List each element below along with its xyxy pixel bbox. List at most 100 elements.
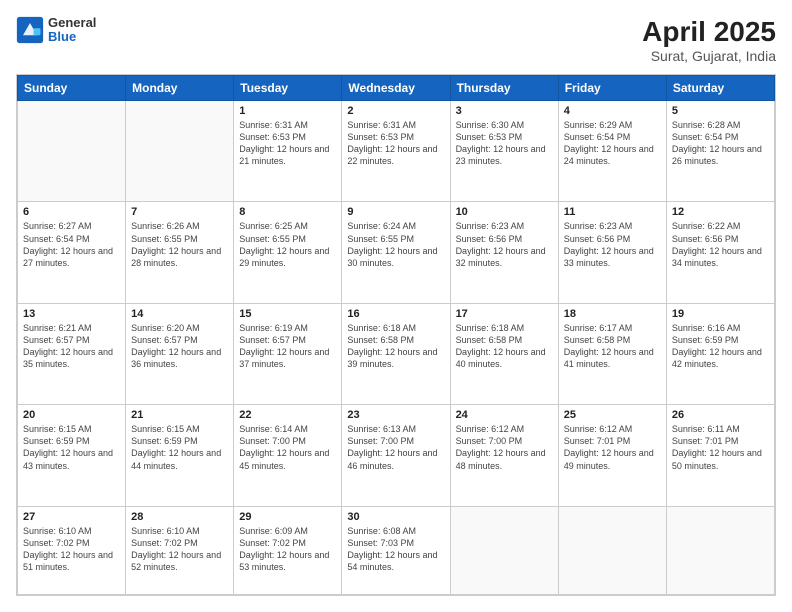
header-day-tuesday: Tuesday — [234, 76, 342, 101]
week-row-4: 20 Sunrise: 6:15 AMSunset: 6:59 PMDayligh… — [18, 405, 775, 506]
day-info: Sunrise: 6:10 AMSunset: 7:02 PMDaylight:… — [131, 525, 228, 574]
day-cell: 27Sunrise: 6:10 AMSunset: 7:02 PMDayligh… — [18, 506, 126, 595]
logo-text: General Blue — [48, 16, 96, 45]
day-cell: 8Sunrise: 6:25 AMSunset: 6:55 PMDaylight… — [234, 202, 342, 303]
day-cell: 4 Sunrise: 6:29 AMSunset: 6:54 PMDaylight… — [558, 101, 666, 202]
day-number: 23 — [347, 409, 444, 421]
day-info: Sunrise: 6:08 AMSunset: 7:03 PMDaylight:… — [347, 525, 444, 574]
header-row: SundayMondayTuesdayWednesdayThursdayFrid… — [18, 76, 775, 101]
day-info: Sunrise: 6:28 AMSunset: 6:54 PMDaylight:… — [672, 119, 769, 168]
day-number: 1 — [239, 105, 336, 117]
day-number: 20 — [23, 409, 120, 421]
week-row-3: 13 Sunrise: 6:21 AMSunset: 6:57 PMDayligh… — [18, 303, 775, 404]
day-info: Sunrise: 6:31 AMSunset: 6:53 PMDaylight:… — [347, 119, 444, 168]
day-number: 7 — [131, 206, 228, 218]
day-info: Sunrise: 6:31 AMSunset: 6:53 PMDaylight:… — [239, 119, 336, 168]
day-number: 11 — [564, 206, 661, 218]
day-number: 25 — [564, 409, 661, 421]
day-cell: 6Sunrise: 6:27 AMSunset: 6:54 PMDaylight… — [18, 202, 126, 303]
logo-general-text: General — [48, 16, 96, 30]
calendar-header: SundayMondayTuesdayWednesdayThursdayFrid… — [18, 76, 775, 101]
day-cell: 21 Sunrise: 6:15 AMSunset: 6:59 PMDayligh… — [126, 405, 234, 506]
day-cell: 1 Sunrise: 6:31 AMSunset: 6:53 PMDaylight… — [234, 101, 342, 202]
day-info: Sunrise: 6:14 AMSunset: 7:00 PMDaylight:… — [239, 423, 336, 472]
day-cell: 16 Sunrise: 6:18 AMSunset: 6:58 PMDayligh… — [342, 303, 450, 404]
day-info: Sunrise: 6:23 AMSunset: 6:56 PMDaylight:… — [456, 220, 553, 269]
day-number: 16 — [347, 308, 444, 320]
day-info: Sunrise: 6:18 AMSunset: 6:58 PMDaylight:… — [347, 322, 444, 371]
day-cell: 9 Sunrise: 6:24 AMSunset: 6:55 PMDaylight… — [342, 202, 450, 303]
day-cell: 18 Sunrise: 6:17 AMSunset: 6:58 PMDayligh… — [558, 303, 666, 404]
day-number: 28 — [131, 511, 228, 523]
logo-icon — [16, 16, 44, 44]
day-cell — [18, 101, 126, 202]
calendar-title: April 2025 — [642, 16, 776, 48]
day-cell: 29Sunrise: 6:09 AMSunset: 7:02 PMDayligh… — [234, 506, 342, 595]
day-info: Sunrise: 6:12 AMSunset: 7:01 PMDaylight:… — [564, 423, 661, 472]
day-info: Sunrise: 6:23 AMSunset: 6:56 PMDaylight:… — [564, 220, 661, 269]
day-number: 3 — [456, 105, 553, 117]
day-number: 30 — [347, 511, 444, 523]
day-info: Sunrise: 6:24 AMSunset: 6:55 PMDaylight:… — [347, 220, 444, 269]
day-cell: 7 Sunrise: 6:26 AMSunset: 6:55 PMDaylight… — [126, 202, 234, 303]
day-info: Sunrise: 6:12 AMSunset: 7:00 PMDaylight:… — [456, 423, 553, 472]
title-block: April 2025 Surat, Gujarat, India — [642, 16, 776, 64]
day-number: 14 — [131, 308, 228, 320]
day-cell: 24Sunrise: 6:12 AMSunset: 7:00 PMDayligh… — [450, 405, 558, 506]
day-number: 9 — [347, 206, 444, 218]
logo: General Blue — [16, 16, 96, 45]
day-cell: 26 Sunrise: 6:11 AMSunset: 7:01 PMDayligh… — [666, 405, 774, 506]
header-day-saturday: Saturday — [666, 76, 774, 101]
day-info: Sunrise: 6:19 AMSunset: 6:57 PMDaylight:… — [239, 322, 336, 371]
day-info: Sunrise: 6:27 AMSunset: 6:54 PMDaylight:… — [23, 220, 120, 269]
day-number: 15 — [239, 308, 336, 320]
day-number: 4 — [564, 105, 661, 117]
day-info: Sunrise: 6:20 AMSunset: 6:57 PMDaylight:… — [131, 322, 228, 371]
day-cell: 30 Sunrise: 6:08 AMSunset: 7:03 PMDayligh… — [342, 506, 450, 595]
day-info: Sunrise: 6:26 AMSunset: 6:55 PMDaylight:… — [131, 220, 228, 269]
day-number: 2 — [347, 105, 444, 117]
day-cell — [666, 506, 774, 595]
header-day-monday: Monday — [126, 76, 234, 101]
week-row-5: 27 Sunrise: 6:10 AMSunset: 7:02 PMDayligh… — [18, 506, 775, 595]
day-number: 21 — [131, 409, 228, 421]
day-cell — [450, 506, 558, 595]
day-cell: 3 Sunrise: 6:30 AMSunset: 6:53 PMDaylight… — [450, 101, 558, 202]
day-info: Sunrise: 6:15 AMSunset: 6:59 PMDaylight:… — [23, 423, 120, 472]
calendar-subtitle: Surat, Gujarat, India — [642, 48, 776, 64]
day-info: Sunrise: 6:29 AMSunset: 6:54 PMDaylight:… — [564, 119, 661, 168]
day-info: Sunrise: 6:30 AMSunset: 6:53 PMDaylight:… — [456, 119, 553, 168]
day-cell — [558, 506, 666, 595]
header-day-wednesday: Wednesday — [342, 76, 450, 101]
week-row-2: 6Sunrise: 6:27 AMSunset: 6:54 PMDaylight… — [18, 202, 775, 303]
header-day-sunday: Sunday — [18, 76, 126, 101]
day-cell: 2 Sunrise: 6:31 AMSunset: 6:53 PMDaylight… — [342, 101, 450, 202]
day-number: 10 — [456, 206, 553, 218]
calendar-table: SundayMondayTuesdayWednesdayThursdayFrid… — [17, 75, 775, 595]
day-cell: 11 Sunrise: 6:23 AMSunset: 6:56 PMDayligh… — [558, 202, 666, 303]
day-number: 18 — [564, 308, 661, 320]
calendar-body: 1 Sunrise: 6:31 AMSunset: 6:53 PMDaylight… — [18, 101, 775, 595]
day-info: Sunrise: 6:11 AMSunset: 7:01 PMDaylight:… — [672, 423, 769, 472]
day-number: 5 — [672, 105, 769, 117]
logo-blue-text: Blue — [48, 30, 96, 44]
day-number: 27 — [23, 511, 120, 523]
day-number: 17 — [456, 308, 553, 320]
day-info: Sunrise: 6:17 AMSunset: 6:58 PMDaylight:… — [564, 322, 661, 371]
day-info: Sunrise: 6:21 AMSunset: 6:57 PMDaylight:… — [23, 322, 120, 371]
header-day-friday: Friday — [558, 76, 666, 101]
day-info: Sunrise: 6:15 AMSunset: 6:59 PMDaylight:… — [131, 423, 228, 472]
day-cell: 17 Sunrise: 6:18 AMSunset: 6:58 PMDayligh… — [450, 303, 558, 404]
day-cell: 19Sunrise: 6:16 AMSunset: 6:59 PMDayligh… — [666, 303, 774, 404]
day-number: 12 — [672, 206, 769, 218]
day-cell: 15 Sunrise: 6:19 AMSunset: 6:57 PMDayligh… — [234, 303, 342, 404]
header: General Blue April 2025 Surat, Gujarat, … — [16, 16, 776, 64]
header-day-thursday: Thursday — [450, 76, 558, 101]
day-cell — [126, 101, 234, 202]
day-number: 26 — [672, 409, 769, 421]
day-number: 13 — [23, 308, 120, 320]
day-number: 22 — [239, 409, 336, 421]
week-row-1: 1 Sunrise: 6:31 AMSunset: 6:53 PMDaylight… — [18, 101, 775, 202]
day-info: Sunrise: 6:18 AMSunset: 6:58 PMDaylight:… — [456, 322, 553, 371]
day-cell: 22 Sunrise: 6:14 AMSunset: 7:00 PMDayligh… — [234, 405, 342, 506]
